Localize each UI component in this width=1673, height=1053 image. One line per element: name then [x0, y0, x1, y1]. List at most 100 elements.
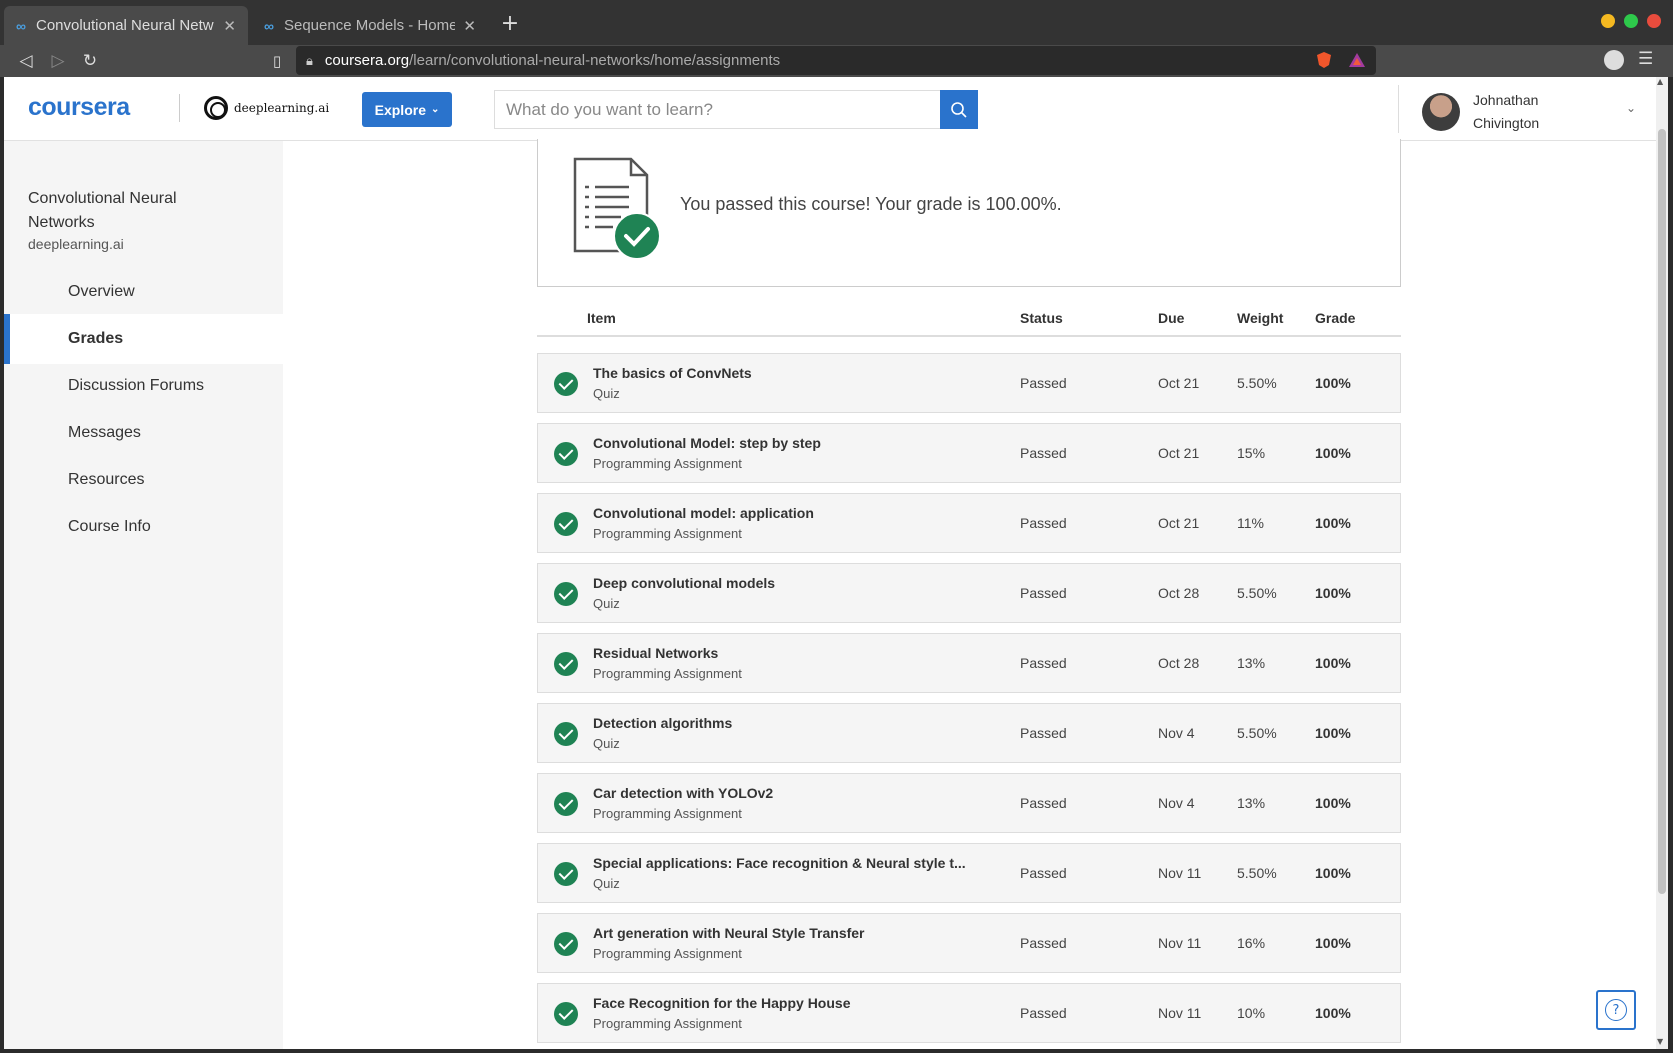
table-row[interactable]: Special applications: Face recognition &… — [537, 843, 1401, 903]
reload-icon[interactable]: ↻ — [77, 48, 103, 74]
deeplearning-logo[interactable]: deeplearning.ai — [204, 96, 329, 120]
item-type: Quiz — [593, 596, 620, 611]
item-due: Nov 4 — [1158, 795, 1195, 811]
item-name[interactable]: The basics of ConvNets — [593, 365, 978, 381]
close-icon[interactable]: ✕ — [223, 17, 236, 35]
item-status: Passed — [1020, 585, 1067, 601]
brave-shield-icon[interactable] — [1315, 51, 1333, 69]
scroll-down-icon[interactable]: ▼ — [1657, 1037, 1663, 1046]
sidebar-item-resources[interactable]: Resources — [4, 455, 283, 505]
table-row[interactable]: The basics of ConvNets Quiz Passed Oct 2… — [537, 353, 1401, 413]
user-name[interactable]: Johnathan Chivington — [1473, 89, 1573, 135]
page: coursera deeplearning.ai Explore ⌄ What … — [4, 77, 1656, 1049]
check-circle-icon — [554, 932, 578, 956]
column-header-weight: Weight — [1237, 310, 1284, 326]
item-grade: 100% — [1315, 585, 1351, 601]
sidebar-item-grades[interactable]: Grades — [4, 314, 283, 364]
logo-divider — [179, 94, 180, 122]
search-input[interactable]: What do you want to learn? — [494, 90, 940, 129]
table-row[interactable]: Deep convolutional models Quiz Passed Oc… — [537, 563, 1401, 623]
check-circle-icon — [554, 372, 578, 396]
item-name[interactable]: Car detection with YOLOv2 — [593, 785, 978, 801]
item-weight: 5.50% — [1237, 865, 1277, 881]
item-name[interactable]: Convolutional model: application — [593, 505, 978, 521]
item-weight: 5.50% — [1237, 585, 1277, 601]
tab-strip: ∞ Convolutional Neural Netw ✕ ∞ Sequence… — [0, 0, 1673, 45]
tab-title: Convolutional Neural Netw — [35, 17, 214, 34]
table-row[interactable]: Car detection with YOLOv2 Programming As… — [537, 773, 1401, 833]
item-due: Oct 28 — [1158, 655, 1200, 671]
profile-icon[interactable] — [1604, 50, 1624, 70]
table-row[interactable]: Convolutional Model: step by step Progra… — [537, 423, 1401, 483]
partner-name: deeplearning.ai — [234, 101, 330, 115]
item-name[interactable]: Special applications: Face recognition &… — [593, 855, 978, 871]
item-weight: 15% — [1237, 445, 1266, 461]
item-type: Programming Assignment — [593, 456, 742, 471]
explore-button[interactable]: Explore ⌄ — [362, 92, 452, 127]
page-scrollbar[interactable]: ▲ ▼ — [1656, 77, 1668, 1049]
sidebar-item-discussion-forums[interactable]: Discussion Forums — [4, 361, 283, 411]
course-title[interactable]: Convolutional Neural Networks — [28, 187, 228, 235]
url-path: /learn/convolutional-neural-networks/hom… — [409, 52, 781, 69]
item-name[interactable]: Detection algorithms — [593, 715, 978, 731]
item-weight: 10% — [1237, 1005, 1266, 1021]
table-row[interactable]: Convolutional model: application Program… — [537, 493, 1401, 553]
menu-icon[interactable]: ☰ — [1638, 49, 1653, 69]
user-first-name: Johnathan — [1473, 92, 1539, 108]
item-weight: 11% — [1237, 515, 1264, 531]
sidebar-item-course-info[interactable]: Course Info — [4, 502, 283, 552]
brave-rewards-icon[interactable] — [1348, 51, 1366, 69]
chevron-down-icon: ⌄ — [430, 104, 440, 115]
check-circle-icon — [554, 862, 578, 886]
avatar[interactable] — [1422, 93, 1460, 131]
sidebar-item-messages[interactable]: Messages — [4, 408, 283, 458]
item-name[interactable]: Face Recognition for the Happy House — [593, 995, 978, 1011]
item-status: Passed — [1020, 865, 1067, 881]
item-name[interactable]: Convolutional Model: step by step — [593, 435, 978, 451]
item-due: Oct 21 — [1158, 515, 1200, 531]
table-row[interactable]: Residual Networks Programming Assignment… — [537, 633, 1401, 693]
sidebar-item-overview[interactable]: Overview — [4, 267, 283, 317]
check-circle-icon — [554, 722, 578, 746]
search-icon — [951, 101, 967, 118]
url-host: coursera.org — [324, 52, 410, 69]
minimize-button[interactable] — [1601, 14, 1615, 28]
help-button[interactable]: ? — [1596, 990, 1636, 1030]
item-grade: 100% — [1315, 375, 1351, 391]
course-org: deeplearning.ai — [28, 236, 124, 252]
bookmark-icon[interactable]: ▯ — [264, 48, 290, 74]
item-name[interactable]: Deep convolutional models — [593, 575, 978, 591]
check-circle-icon — [613, 212, 661, 260]
item-type: Programming Assignment — [593, 946, 742, 961]
maximize-button[interactable] — [1624, 14, 1638, 28]
address-bar-row: ◁ ▷ ↻ ▯ 🔒︎ coursera.org/learn/convolutio… — [0, 45, 1673, 77]
close-window-button[interactable] — [1647, 14, 1661, 28]
deeplearning-swirl-icon — [204, 96, 228, 120]
url-input[interactable]: 🔒︎ coursera.org/learn/convolutional-neur… — [296, 46, 1376, 75]
check-circle-icon — [554, 1002, 578, 1026]
coursera-logo[interactable]: coursera — [28, 93, 130, 122]
item-name[interactable]: Art generation with Neural Style Transfe… — [593, 925, 978, 941]
back-icon[interactable]: ◁ — [13, 48, 39, 74]
table-row[interactable]: Art generation with Neural Style Transfe… — [537, 913, 1401, 973]
close-icon[interactable]: ✕ — [463, 17, 476, 35]
new-tab-button[interactable]: + — [496, 10, 524, 38]
table-row[interactable]: Face Recognition for the Happy House Pro… — [537, 983, 1401, 1043]
tab-inactive[interactable]: ∞ Sequence Models - Home | ✕ — [252, 6, 488, 45]
course-passed-card: You passed this course! Your grade is 10… — [537, 139, 1401, 287]
item-status: Passed — [1020, 1005, 1067, 1021]
top-navigation: coursera deeplearning.ai Explore ⌄ What … — [4, 77, 1656, 141]
forward-icon[interactable]: ▷ — [45, 48, 71, 74]
check-circle-icon — [554, 652, 578, 676]
search-button[interactable] — [940, 90, 978, 129]
item-due: Nov 4 — [1158, 725, 1195, 741]
check-circle-icon — [554, 792, 578, 816]
scroll-up-icon[interactable]: ▲ — [1657, 77, 1663, 86]
chevron-down-icon[interactable]: ⌄ — [1626, 101, 1636, 115]
table-row[interactable]: Detection algorithms Quiz Passed Nov 4 5… — [537, 703, 1401, 763]
item-status: Passed — [1020, 725, 1067, 741]
tab-active[interactable]: ∞ Convolutional Neural Netw ✕ — [4, 6, 248, 45]
item-status: Passed — [1020, 515, 1067, 531]
item-name[interactable]: Residual Networks — [593, 645, 978, 661]
scrollbar-thumb[interactable] — [1658, 129, 1666, 894]
